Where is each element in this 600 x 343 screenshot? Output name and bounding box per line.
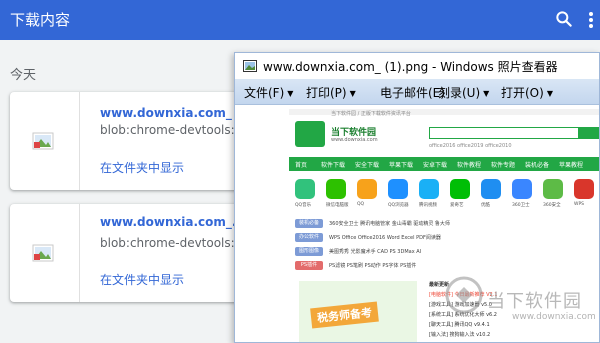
site-tag-line: 360安全卫士 腾讯电脑管家 金山毒霸 驱动精灵 鲁大师 xyxy=(329,221,450,227)
site-tag-line: PS滤镜 PS笔刷 PS动作 PS字体 PS插件 xyxy=(329,263,417,269)
site-nav-item: 软件专题 xyxy=(491,162,516,169)
site-search-button xyxy=(579,127,599,139)
site-nav-item: 软件教程 xyxy=(457,162,482,169)
viewer-titlebar[interactable]: www.downxia.com_ (1).png - Windows 照片查看器 xyxy=(235,53,599,79)
page-title: 下载内容 xyxy=(10,11,71,29)
site-nav-item: 安卓下载 xyxy=(423,162,448,169)
site-app-icon xyxy=(543,179,563,199)
site-app-icon xyxy=(512,179,532,199)
site-hot-words: office2016 office2019 office2010 xyxy=(429,143,512,149)
site-app-label: 爱奇艺 xyxy=(450,203,464,208)
viewer-menubar: 文件(F) ▼ 打印(P) ▼ 电子邮件(E) 刻录(U) ▼ 打开(O) ▼ xyxy=(235,79,599,105)
site-nav-item: 首页 xyxy=(295,162,308,169)
site-nav-item: 苹果教程 xyxy=(559,162,584,169)
site-nav-item: 软件下载 xyxy=(321,162,346,169)
site-tag: PS插件 xyxy=(295,261,323,270)
site-app-label: QQ xyxy=(357,202,365,207)
show-in-folder-link[interactable]: 在文件夹中显示 xyxy=(100,271,184,288)
site-app-label: 腾讯视频 xyxy=(419,203,437,208)
chevron-down-icon: ▼ xyxy=(287,89,294,98)
site-app-label: WPS xyxy=(574,202,585,207)
more-vert-icon[interactable] xyxy=(587,10,595,30)
menu-file[interactable]: 文件(F) ▼ xyxy=(244,84,293,101)
chevron-down-icon: ▼ xyxy=(483,89,490,98)
image-file-icon xyxy=(32,132,54,150)
app-header: 下载内容 xyxy=(0,0,600,40)
watermark-text: 当下软件园 xyxy=(487,291,582,312)
file-thumbnail-area xyxy=(10,204,80,302)
site-tag-line: 美图秀秀 光影魔术手 CAD PS 3DMax AI xyxy=(329,249,422,255)
chevron-down-icon: ▼ xyxy=(349,89,356,98)
watermark-logo-icon xyxy=(445,276,483,314)
menu-email[interactable]: 电子邮件(E) xyxy=(380,84,445,101)
site-app-icon xyxy=(481,179,501,199)
site-app-label: 优酷 xyxy=(481,203,490,208)
site-nav-item: 装机必备 xyxy=(525,162,550,169)
site-list-item: [聊天工具] 腾讯QQ v9.4.1 xyxy=(429,322,490,328)
site-app-label: 360卫士 xyxy=(512,203,530,208)
site-nav-item: 苹果下载 xyxy=(389,162,414,169)
date-section-label: 今天 xyxy=(10,68,37,83)
site-app-label: QQ音乐 xyxy=(295,203,312,208)
site-nav-item: 安全下载 xyxy=(355,162,380,169)
file-thumbnail-area xyxy=(10,92,80,190)
viewer-title: www.downxia.com_ (1).png - Windows 照片查看器 xyxy=(263,60,558,74)
site-list-item: [输入法] 搜狗输入法 v10.2 xyxy=(429,332,491,338)
site-logo-sub: www.downxia.com xyxy=(331,137,378,143)
menu-burn[interactable]: 刻录(U) ▼ xyxy=(438,84,489,101)
site-tag: 图形图像 xyxy=(295,247,323,256)
site-app-icon xyxy=(357,179,377,199)
site-app-icon xyxy=(574,179,594,199)
chevron-down-icon: ▼ xyxy=(546,89,553,98)
menu-open[interactable]: 打开(O) ▼ xyxy=(501,84,553,101)
site-tag-line: WPS Office Office2016 Word Excel PDF阅读器 xyxy=(329,235,441,241)
site-app-label: 360安全 xyxy=(543,203,561,208)
image-file-icon xyxy=(32,244,54,262)
search-icon[interactable] xyxy=(554,9,574,29)
site-logo-icon xyxy=(295,121,325,147)
site-app-icon xyxy=(326,179,346,199)
photo-viewer-icon xyxy=(243,60,257,72)
site-app-label: 微信电脑版 xyxy=(326,203,349,208)
site-search-box xyxy=(429,127,579,139)
menu-print[interactable]: 打印(P) ▼ xyxy=(306,84,356,101)
site-tag: 办公软件 xyxy=(295,233,323,242)
site-tag: 装机必备 xyxy=(295,219,323,228)
site-app-icon xyxy=(295,179,315,199)
show-in-folder-link[interactable]: 在文件夹中显示 xyxy=(100,159,184,176)
site-app-icon xyxy=(450,179,470,199)
site-app-icon xyxy=(419,179,439,199)
site-top-note: 当下软件园 / 正版下载软件资讯平台 xyxy=(331,111,411,117)
watermark-url: www.downxia.com xyxy=(512,312,596,322)
site-app-icon xyxy=(388,179,408,199)
site-app-label: QQ浏览器 xyxy=(388,203,409,208)
